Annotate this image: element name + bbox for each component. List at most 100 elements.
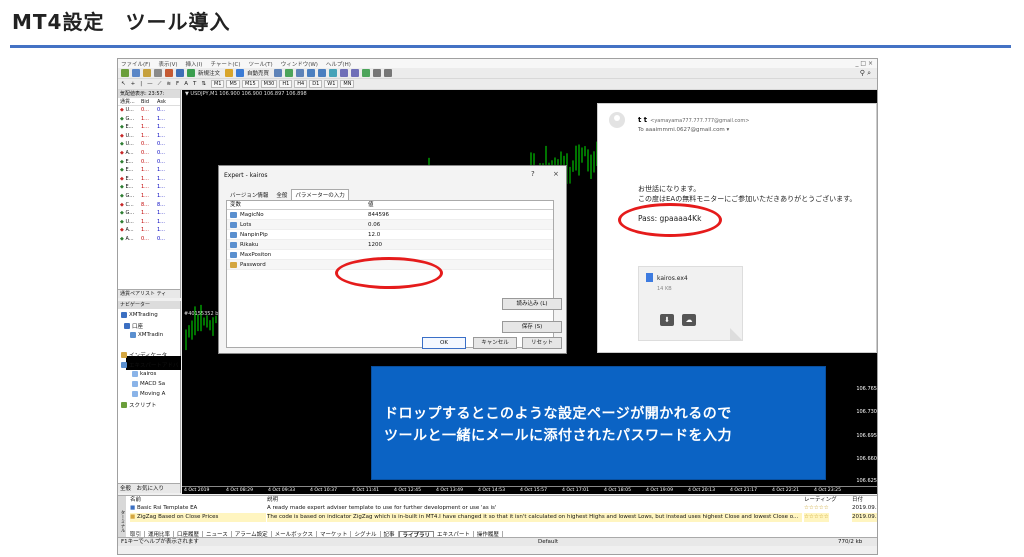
- candlestick-icon[interactable]: [285, 69, 294, 77]
- market-watch-row[interactable]: ◆ E... 1... 1...: [118, 166, 180, 175]
- market-watch-row[interactable]: ◆ G... 1... 1...: [118, 209, 180, 218]
- nav-expert-macd[interactable]: MACD Sa: [132, 381, 165, 387]
- nav-indicators[interactable]: インディケータ: [121, 351, 167, 359]
- col-value[interactable]: 値: [366, 201, 496, 209]
- channel-icon[interactable]: ≋: [166, 81, 171, 87]
- market-watch-row[interactable]: ◆ U... 1... 1...: [118, 218, 180, 227]
- text-icon[interactable]: A: [184, 81, 188, 87]
- col-ask[interactable]: Ask: [157, 98, 173, 105]
- fibonacci-icon[interactable]: F: [176, 81, 179, 87]
- market-watch-row[interactable]: ◆ U... 0... 0...: [118, 106, 180, 115]
- timeframe-m1[interactable]: M1: [210, 80, 225, 88]
- save-to-drive-icon[interactable]: ☁: [682, 314, 696, 326]
- timeframe-mn[interactable]: MN: [340, 80, 355, 88]
- market-watch-row[interactable]: ◆ U... 1... 1...: [118, 132, 180, 141]
- nav-expert-kairos[interactable]: kairos: [132, 371, 156, 377]
- ok-button[interactable]: OK: [422, 337, 466, 349]
- navigator-icon[interactable]: [165, 69, 173, 77]
- profiles-icon[interactable]: [132, 69, 140, 77]
- auto-trade-button[interactable]: 自動売買: [247, 69, 269, 77]
- param-value[interactable]: 0.06: [366, 220, 496, 229]
- cancel-button[interactable]: キャンセル: [473, 337, 517, 349]
- market-watch-tabs[interactable]: 通貨ペアリスト ティ: [118, 289, 180, 298]
- new-chart-icon[interactable]: [121, 69, 129, 77]
- col-bid[interactable]: Bid: [141, 98, 157, 105]
- col-rating[interactable]: レーティング: [804, 496, 837, 504]
- menu-view[interactable]: 表示(V): [158, 60, 177, 68]
- library-row-name[interactable]: ■ Basic Rsi Template EA: [130, 504, 266, 513]
- indicators-icon[interactable]: [362, 69, 371, 77]
- menu-file[interactable]: ファイル(F): [121, 60, 150, 68]
- email-attachment[interactable]: kairos.ex4 14 KB ⬇ ☁: [638, 266, 743, 341]
- param-value[interactable]: 844596: [366, 210, 496, 219]
- col-variable[interactable]: 変数: [227, 201, 366, 209]
- timeframe-h4[interactable]: H4: [294, 80, 308, 88]
- param-row[interactable]: NanpinPip 12.0: [227, 230, 553, 240]
- nav-account-item[interactable]: XMTradin: [130, 332, 163, 338]
- nav-experts[interactable]: エキスパートアドバ: [121, 361, 178, 369]
- menu-insert[interactable]: 挿入(I): [186, 60, 203, 68]
- market-watch-row[interactable]: ◆ C... 8... 8...: [118, 201, 180, 210]
- market-watch-row[interactable]: ◆ A... 0... 0...: [118, 235, 180, 244]
- new-order-button[interactable]: 新規注文: [198, 69, 220, 77]
- terminal-icon[interactable]: [176, 69, 184, 77]
- timeframe-m15[interactable]: M15: [241, 80, 259, 88]
- templates-icon[interactable]: [384, 69, 393, 77]
- zoom-in-icon[interactable]: [307, 69, 316, 77]
- auto-trade-icon[interactable]: [236, 69, 245, 77]
- data-window-icon[interactable]: [154, 69, 162, 77]
- search-icon[interactable]: ⚲ ⌕: [860, 69, 871, 78]
- chart-shift-icon[interactable]: [340, 69, 349, 77]
- market-watch-row[interactable]: ◆ E... 1... 1...: [118, 175, 180, 184]
- market-watch-row[interactable]: ◆ U... 0... 0...: [118, 140, 180, 149]
- periods-icon[interactable]: [373, 69, 382, 77]
- market-watch-row[interactable]: ◆ E... 0... 0...: [118, 158, 180, 167]
- vertical-line-icon[interactable]: |: [140, 81, 142, 87]
- line-chart-icon[interactable]: [296, 69, 305, 77]
- help-icon[interactable]: ?: [531, 170, 535, 178]
- col-name[interactable]: 名前: [130, 496, 141, 504]
- reset-button[interactable]: リセット: [522, 337, 562, 349]
- load-button[interactable]: 読み込み (L): [502, 298, 562, 310]
- market-watch-row[interactable]: ◆ A... 0... 0...: [118, 149, 180, 158]
- nav-scripts[interactable]: スクリプト: [121, 401, 157, 409]
- nav-accounts[interactable]: 口座: [124, 322, 143, 330]
- param-value[interactable]: 1200: [366, 240, 496, 249]
- menu-help[interactable]: ヘルプ(H): [326, 60, 351, 68]
- market-watch-row[interactable]: ◆ G... 1... 1...: [118, 192, 180, 201]
- market-watch-row[interactable]: ◆ E... 1... 1...: [118, 183, 180, 192]
- timeframe-d1[interactable]: D1: [309, 80, 323, 88]
- market-watch-row[interactable]: ◆ E... 1... 1...: [118, 123, 180, 132]
- menu-window[interactable]: ウィンドウ(W): [281, 60, 318, 68]
- nav-expert-moving[interactable]: Moving A: [132, 391, 165, 397]
- market-watch-row[interactable]: ◆ A... 1... 1...: [118, 226, 180, 235]
- col-date[interactable]: 日付: [852, 496, 863, 504]
- tile-windows-icon[interactable]: [329, 69, 338, 77]
- download-icon[interactable]: ⬇: [660, 314, 674, 326]
- param-row[interactable]: Rikaku 1200: [227, 240, 553, 250]
- market-watch-icon[interactable]: [143, 69, 151, 77]
- param-value[interactable]: 12.0: [366, 230, 496, 239]
- arrows-icon[interactable]: ⇅: [201, 81, 206, 87]
- zoom-out-icon[interactable]: [318, 69, 327, 77]
- metaeditor-icon[interactable]: [225, 69, 234, 77]
- autoscroll-icon[interactable]: [351, 69, 360, 77]
- save-button[interactable]: 保存 (S): [502, 321, 562, 333]
- trendline-icon[interactable]: ⟋: [158, 81, 162, 88]
- bar-chart-icon[interactable]: [274, 69, 283, 77]
- col-symbol[interactable]: 通貨...: [118, 98, 141, 105]
- timeframe-h1[interactable]: H1: [279, 80, 293, 88]
- menu-chart[interactable]: チャート(C): [210, 60, 240, 68]
- menu-tools[interactable]: ツール(T): [249, 60, 273, 68]
- horizontal-line-icon[interactable]: —: [147, 81, 153, 87]
- timeframe-m5[interactable]: M5: [226, 80, 240, 88]
- email-recipient[interactable]: To aaaimmmi.0627@gmail.com ▾: [638, 127, 729, 133]
- timeframe-m30[interactable]: M30: [260, 80, 278, 88]
- market-watch-row[interactable]: ◆ G... 1... 1...: [118, 115, 180, 124]
- timeframe-w1[interactable]: W1: [324, 80, 339, 88]
- param-row[interactable]: MagicNo 844596: [227, 210, 553, 220]
- nav-xmtrading[interactable]: XMTrading: [121, 312, 158, 318]
- new-order-icon[interactable]: [187, 69, 195, 77]
- cursor-icon[interactable]: ↖: [121, 81, 126, 87]
- param-row[interactable]: Lots 0.06: [227, 220, 553, 230]
